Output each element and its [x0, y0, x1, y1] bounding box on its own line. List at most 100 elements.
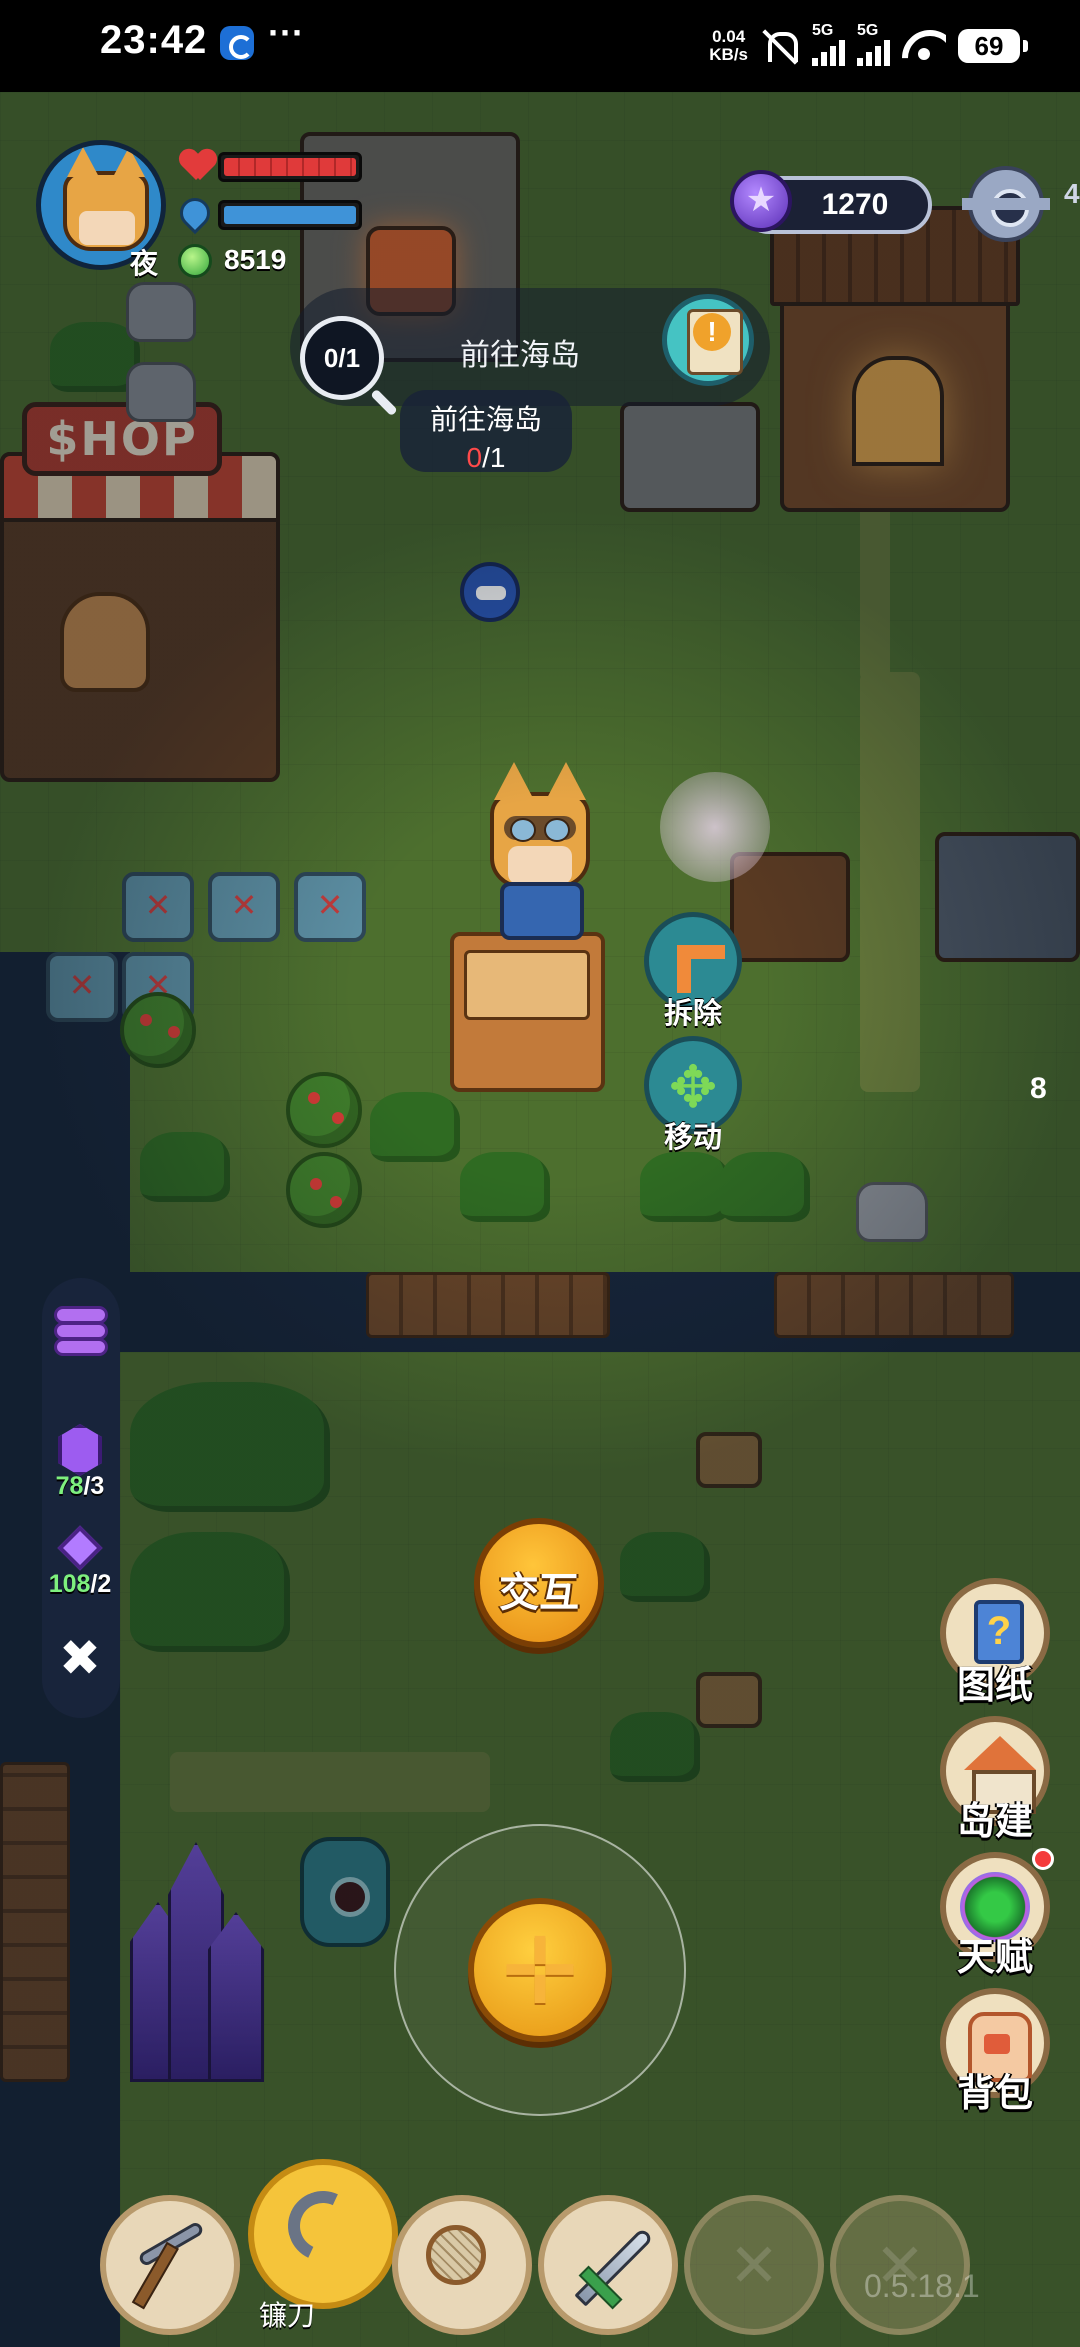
heart-icon	[180, 150, 216, 182]
dirt-path	[860, 482, 890, 682]
hotbar-slot-sickle[interactable]	[248, 2159, 398, 2309]
signal-icon-2: 5G	[857, 22, 890, 66]
app-notification-icon	[220, 26, 254, 60]
tree-stump[interactable]	[696, 1432, 762, 1488]
status-time: 23:42	[100, 18, 208, 62]
dirt-path	[860, 672, 920, 1092]
bush	[720, 1152, 810, 1222]
robot-machine[interactable]	[300, 1837, 390, 1947]
purple-hearts-icon[interactable]	[48, 1300, 114, 1360]
crystal-counter: 78/3	[30, 1472, 130, 1501]
joystick-knob[interactable]	[468, 1898, 612, 2042]
workbench-machine[interactable]	[620, 402, 760, 512]
rock[interactable]	[126, 362, 196, 422]
network-speed-unit: KB/s	[709, 45, 748, 64]
quest-title: 前往海岛	[460, 339, 580, 372]
bush	[610, 1712, 700, 1782]
net-icon	[426, 2225, 486, 2285]
hotbar-slot-pickaxe[interactable]	[100, 2195, 240, 2335]
diamond-counter: 108/2	[30, 1570, 130, 1599]
player-name: 夜	[130, 248, 159, 279]
bush-cluster	[130, 1532, 290, 1652]
crafting-table-selected[interactable]	[450, 932, 605, 1092]
bush	[140, 1132, 230, 1202]
side-number: 8	[1030, 1072, 1047, 1105]
quest-notice-icon[interactable]	[662, 294, 754, 386]
network-type-2: 5G	[857, 22, 879, 39]
quest-popup-title: 前往海岛	[429, 404, 542, 435]
currency-value: 1270	[821, 188, 889, 221]
shopkeeper-npc[interactable]	[60, 592, 150, 692]
dirt-path	[170, 1752, 490, 1812]
empty-planter[interactable]	[122, 872, 194, 942]
bush-cluster	[130, 1382, 330, 1512]
signal-icon-1: 5G	[812, 22, 845, 66]
mp-bar-fill	[224, 206, 356, 224]
mute-icon	[760, 26, 800, 66]
hotbar-slot-locked[interactable]: ✕	[830, 2195, 970, 2335]
quest-current: 0	[466, 442, 483, 473]
blue-creature-npc[interactable]	[460, 562, 520, 622]
notification-dot	[1032, 1848, 1054, 1870]
cabin-door	[852, 356, 944, 466]
diamond-count: 108	[48, 1570, 91, 1598]
anvil-station[interactable]	[935, 832, 1080, 962]
tree-stump[interactable]	[696, 1672, 762, 1728]
hp-bar	[218, 152, 362, 182]
wifi-icon	[902, 30, 946, 62]
gem-count: 8519	[224, 244, 287, 275]
apple-tree[interactable]	[286, 1152, 362, 1228]
purple-crystal-cluster[interactable]	[120, 1842, 270, 2082]
apple-tree[interactable]	[120, 992, 196, 1068]
wooden-cabin[interactable]	[770, 206, 1020, 512]
bush	[640, 1152, 730, 1222]
bush	[620, 1532, 710, 1602]
wooden-dock	[0, 1762, 70, 2082]
interact-label: 交互	[499, 1571, 579, 1615]
more-notifications-icon: ···	[268, 12, 304, 53]
quest-total: /1	[482, 442, 506, 473]
apple-tree[interactable]	[286, 1072, 362, 1148]
battery-icon: 69	[958, 29, 1028, 63]
remove-label: 拆除	[663, 998, 722, 1030]
hotbar-slot-sword[interactable]	[538, 2195, 678, 2335]
empty-planter[interactable]	[294, 872, 366, 942]
rock[interactable]	[126, 282, 196, 342]
crystal-total: /3	[83, 1472, 105, 1500]
quest-popup-progress: 0/1	[400, 442, 572, 474]
green-gem-icon	[178, 244, 212, 278]
network-type-1: 5G	[812, 22, 834, 39]
sickle-icon	[278, 2181, 368, 2271]
pickaxe-icon	[137, 2220, 205, 2268]
move-label: 移动	[663, 1122, 722, 1154]
wooden-bridge	[774, 1272, 1014, 1338]
settings-gear-icon[interactable]	[962, 166, 1050, 242]
sword-icon	[574, 2227, 654, 2307]
status-right-group: 0.04 KB/s 5G 5G 69	[709, 18, 1028, 74]
hotbar-slot-net[interactable]	[392, 2195, 532, 2335]
crafting-table-top	[464, 950, 590, 1020]
bush	[460, 1152, 550, 1222]
blueprint-label: 图纸	[956, 1665, 1033, 1707]
network-speed-value: 0.04	[712, 27, 746, 46]
status-bar: 23:42 ··· 0.04 KB/s 5G 5G 69	[0, 0, 1080, 92]
locked-slot-icon: ✕	[728, 2232, 780, 2299]
version-text: 0.5.18.1	[864, 2268, 980, 2304]
empty-planter[interactable]	[46, 952, 118, 1022]
talent-label: 天赋	[956, 1937, 1033, 1979]
player-body	[500, 882, 584, 940]
network-speed: 0.04 KB/s	[709, 28, 748, 64]
ghost-spirit-npc[interactable]	[660, 772, 770, 882]
diamond-total: /2	[90, 1570, 112, 1598]
edge-number: 4	[1064, 178, 1080, 209]
selected-tool-label: 镰刀	[258, 2300, 315, 2331]
hotbar-slot-locked[interactable]: ✕	[684, 2195, 824, 2335]
empty-planter[interactable]	[208, 872, 280, 942]
wooden-bridge	[366, 1272, 610, 1338]
player-character	[490, 762, 590, 888]
star-coin-icon: ★	[730, 170, 792, 232]
bush	[370, 1092, 460, 1162]
quest-progress-search-icon[interactable]: 0/1	[300, 316, 384, 400]
close-icon[interactable]: ✖	[52, 1630, 108, 1686]
rock[interactable]	[856, 1182, 928, 1242]
